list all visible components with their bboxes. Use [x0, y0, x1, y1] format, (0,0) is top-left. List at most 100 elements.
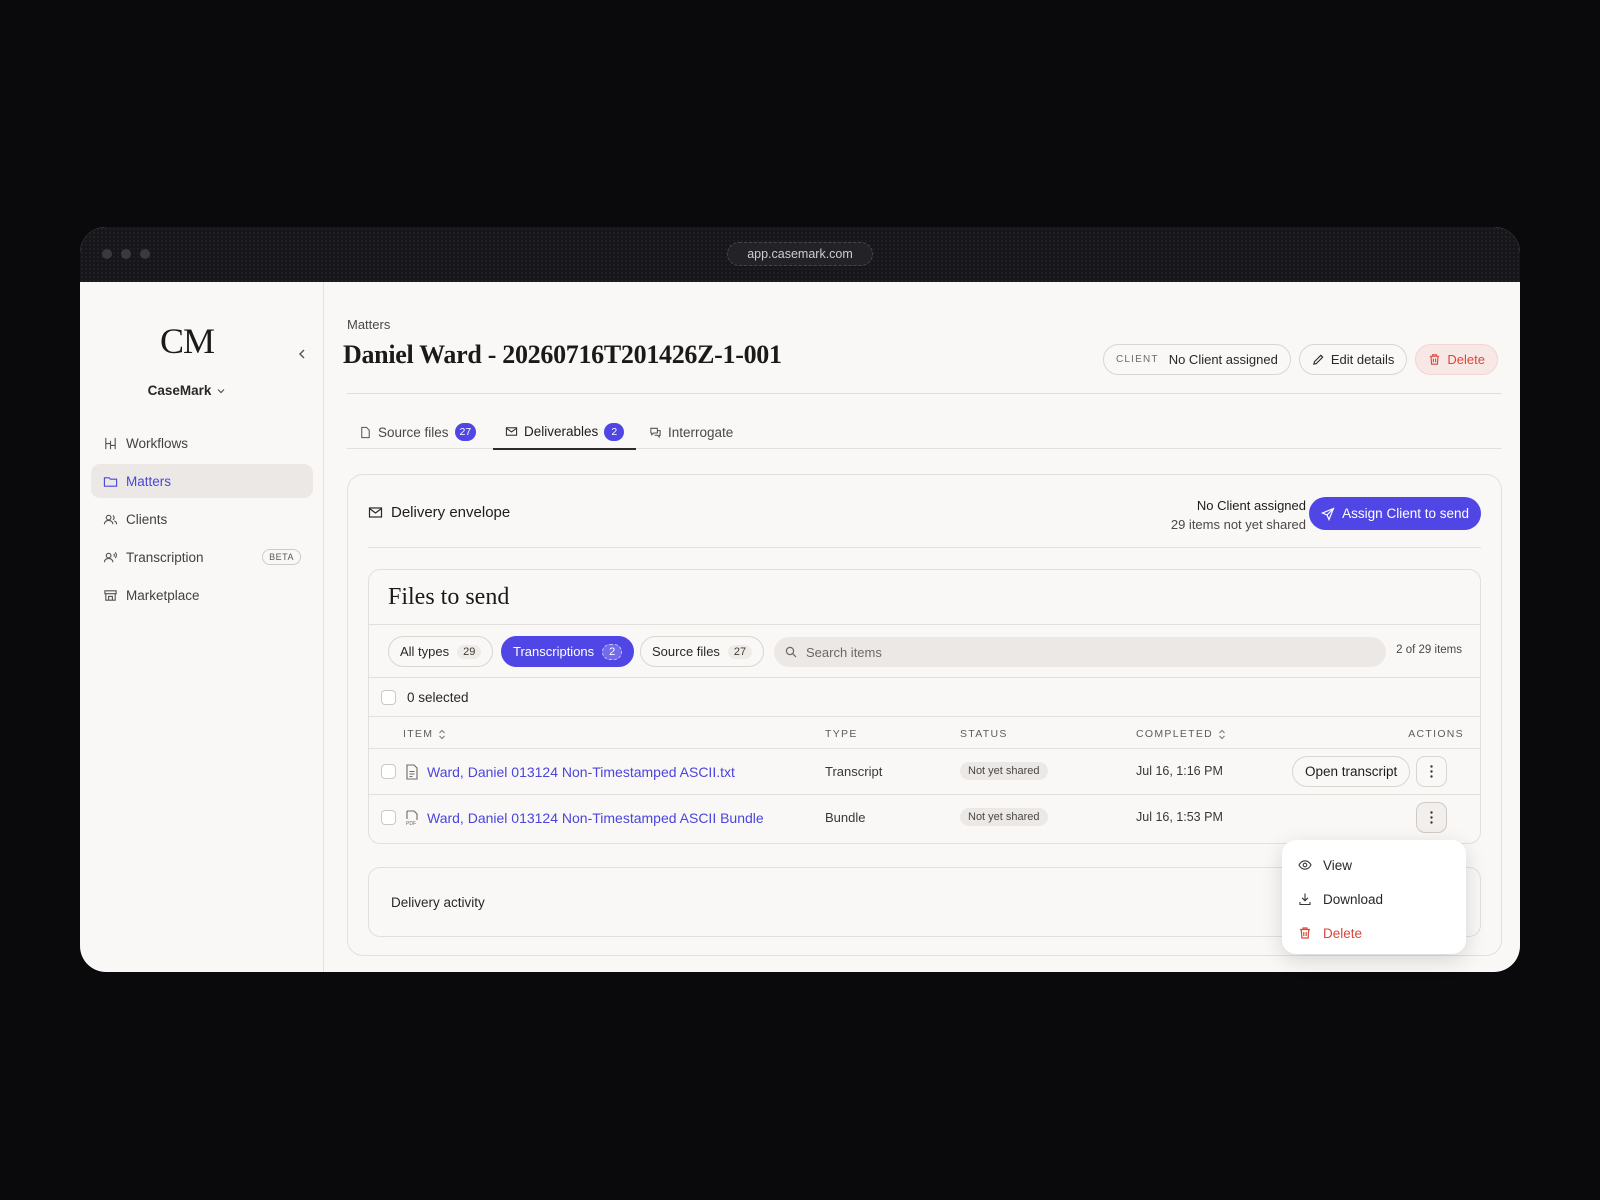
- tab-source-files[interactable]: Source files 27: [347, 415, 488, 449]
- client-selector[interactable]: CLIENT No Client assigned: [1102, 344, 1291, 375]
- client-label: CLIENT: [1115, 354, 1159, 365]
- envelope-title-text: Delivery envelope: [391, 504, 511, 521]
- tab-count-badge: 2: [604, 422, 625, 441]
- row-checkbox[interactable]: [381, 764, 396, 779]
- menu-item-delete[interactable]: Delete: [1282, 916, 1466, 950]
- menu-item-download[interactable]: Download: [1282, 882, 1466, 916]
- filter-label: All types: [400, 644, 450, 659]
- activity-title: Delivery activity: [391, 895, 485, 910]
- row-checkbox[interactable]: [381, 810, 396, 825]
- table-row: PDF Ward, Daniel 013124 Non-Timestamped …: [369, 795, 1480, 841]
- completed-date: Jul 16, 1:53 PM: [1136, 810, 1223, 824]
- column-type-label: TYPE: [825, 728, 858, 740]
- column-completed-label: COMPLETED: [1136, 728, 1214, 740]
- file-type: Transcript: [825, 764, 883, 779]
- column-completed[interactable]: COMPLETED: [1136, 728, 1226, 740]
- filter-label: Source files: [652, 644, 720, 659]
- mail-icon: [368, 507, 383, 518]
- menu-item-view[interactable]: View: [1282, 848, 1466, 882]
- trash-icon: [1430, 354, 1440, 365]
- file-icon: [361, 426, 370, 438]
- tab-deliverables[interactable]: Deliverables 2: [493, 415, 637, 450]
- workflow-icon: [105, 437, 116, 449]
- sidebar-item-label: Clients: [126, 511, 168, 527]
- eye-icon: [1298, 860, 1312, 870]
- filter-all-types[interactable]: All types 29: [388, 636, 494, 667]
- maximize-dot[interactable]: [140, 249, 150, 259]
- file-link[interactable]: Ward, Daniel 013124 Non-Timestamped ASCI…: [427, 764, 735, 780]
- filter-label: Transcriptions: [513, 644, 595, 659]
- sidebar-nav: Workflows Matters Clients Transcription …: [91, 426, 313, 616]
- search-input[interactable]: Search items: [774, 637, 1386, 667]
- sort-icon: [439, 729, 446, 739]
- more-vertical-icon: [1430, 811, 1433, 824]
- envelope-title: Delivery envelope: [368, 504, 510, 521]
- column-type: TYPE: [825, 728, 858, 740]
- row-context-menu: View Download Delete: [1282, 840, 1466, 954]
- column-item[interactable]: ITEM: [403, 728, 446, 740]
- envelope-meta: No Client assigned 29 items not yet shar…: [1171, 496, 1306, 534]
- window-controls: [102, 249, 150, 259]
- row-more-button[interactable]: [1416, 756, 1447, 787]
- header-actions: CLIENT No Client assigned Edit details D…: [1102, 344, 1498, 375]
- send-icon: [1321, 506, 1335, 521]
- chevron-down-icon: [217, 388, 225, 393]
- share-status: 29 items not yet shared: [1170, 517, 1306, 532]
- text-file-icon: [406, 764, 418, 780]
- sidebar-item-marketplace[interactable]: Marketplace: [91, 578, 313, 612]
- sidebar-item-label: Transcription: [126, 549, 204, 565]
- selected-count: 0 selected: [407, 689, 469, 705]
- page-title: Daniel Ward - 20260716T201426Z-1-001: [343, 340, 782, 369]
- client-value: No Client assigned: [1168, 352, 1278, 367]
- tab-bar: Source files 27 Deliverables 2 Interroga…: [347, 415, 1502, 450]
- filter-count: 29: [457, 644, 482, 659]
- assign-label: Assign Client to send: [1342, 506, 1469, 521]
- tab-label: Source files: [378, 424, 449, 440]
- sidebar-item-label: Workflows: [126, 435, 189, 451]
- search-icon: [785, 646, 797, 658]
- assign-client-button[interactable]: Assign Client to send: [1309, 497, 1481, 530]
- beta-badge: BETA: [262, 549, 301, 565]
- delete-label: Delete: [1447, 352, 1485, 367]
- file-type: Bundle: [825, 810, 866, 825]
- filter-count: 2: [602, 643, 623, 660]
- download-icon: [1299, 893, 1311, 906]
- select-all-checkbox[interactable]: [381, 689, 396, 705]
- sidebar-item-label: Matters: [126, 473, 172, 489]
- delete-matter-button[interactable]: Delete: [1415, 344, 1498, 375]
- pencil-icon: [1312, 354, 1324, 365]
- file-link[interactable]: Ward, Daniel 013124 Non-Timestamped ASCI…: [427, 810, 764, 826]
- table-row: Ward, Daniel 013124 Non-Timestamped ASCI…: [369, 749, 1480, 795]
- workspace-name: CaseMark: [147, 383, 212, 398]
- client-status: No Client assigned: [1196, 498, 1306, 513]
- edit-details-button[interactable]: Edit details: [1298, 344, 1408, 375]
- workspace-switcher[interactable]: CaseMark: [80, 383, 294, 398]
- folder-icon: [103, 476, 118, 487]
- sidebar-item-workflows[interactable]: Workflows: [91, 426, 313, 460]
- column-actions-label: ACTIONS: [1408, 728, 1464, 740]
- files-to-send-panel: Files to send All types 29 Transcription…: [368, 569, 1481, 844]
- close-dot[interactable]: [102, 249, 112, 259]
- column-status-label: STATUS: [960, 728, 1008, 740]
- more-vertical-icon: [1430, 765, 1433, 778]
- address-bar[interactable]: app.casemark.com: [727, 242, 873, 266]
- minimize-dot[interactable]: [121, 249, 131, 259]
- sidebar-item-matters[interactable]: Matters: [91, 464, 313, 498]
- open-transcript-button[interactable]: Open transcript: [1292, 756, 1411, 787]
- filter-transcriptions[interactable]: Transcriptions 2: [501, 636, 635, 667]
- chevron-left-icon[interactable]: [294, 346, 310, 362]
- tab-interrogate[interactable]: Interrogate: [637, 415, 745, 449]
- users-icon: [103, 514, 118, 524]
- selection-row: 0 selected: [369, 678, 1480, 717]
- row-more-button[interactable]: [1416, 802, 1447, 833]
- pdf-file-icon: PDF: [406, 810, 418, 826]
- sidebar-item-clients[interactable]: Clients: [91, 502, 313, 536]
- breadcrumb[interactable]: Matters: [347, 317, 390, 332]
- filter-source-files[interactable]: Source files 27: [640, 636, 765, 667]
- search-placeholder: Search items: [806, 644, 882, 660]
- column-item-label: ITEM: [403, 728, 434, 740]
- tab-count-badge: 27: [454, 423, 477, 441]
- sort-icon: [1219, 729, 1225, 739]
- trash-icon: [1300, 927, 1310, 939]
- sidebar-item-transcription[interactable]: Transcription BETA: [91, 540, 313, 574]
